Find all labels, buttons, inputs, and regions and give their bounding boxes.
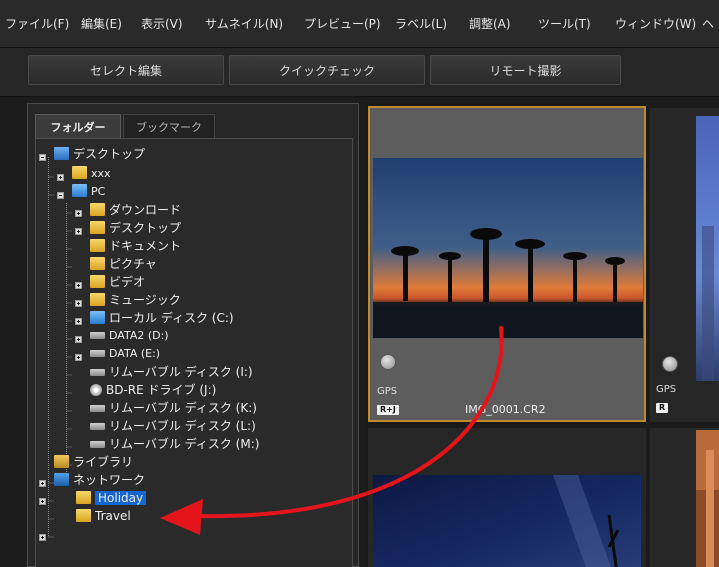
tab-folder[interactable]: フォルダー (35, 114, 121, 139)
expand-toggle[interactable] (39, 534, 46, 541)
tree-item-data-e[interactable]: DATA (E:) (90, 345, 160, 363)
download-folder-icon (90, 203, 105, 216)
desktop-folder-icon (90, 221, 105, 234)
tree-item-desktop[interactable]: デスクトップ (54, 145, 145, 163)
expand-toggle[interactable] (75, 228, 82, 235)
expand-toggle[interactable] (39, 480, 46, 487)
rating-dial-icon[interactable] (380, 354, 396, 370)
menu-adjust[interactable]: 調整(A) (469, 13, 511, 35)
tree-item-removable-m[interactable]: リムーバブル ディスク (M:) (90, 435, 259, 453)
thumbnail-2[interactable]: GPS R (650, 108, 719, 422)
thumbnail-img-0001[interactable]: GPS R+J IMG_0001.CR2 (368, 106, 646, 422)
quick-check-button[interactable]: クイックチェック (229, 55, 425, 85)
night-sky-photo (373, 475, 641, 567)
menu-edit[interactable]: 編集(E) (81, 13, 122, 35)
menu-bar: ファイル(F) 編集(E) 表示(V) サムネイル(N) プレビュー(P) ラベ… (0, 0, 719, 48)
tree-item-music[interactable]: ミュージック (90, 291, 181, 309)
selected-folder-label: Holiday (95, 491, 147, 505)
folder-icon (76, 491, 91, 504)
photo-4 (696, 430, 719, 567)
collapse-toggle[interactable] (39, 154, 46, 161)
toolbar: セレクト編集 クイックチェック リモート撮影 (0, 48, 719, 97)
tree-item-local-disk-c[interactable]: ローカル ディスク (C:) (90, 309, 234, 327)
thumbnail-grid: GPS R+J IMG_0001.CR2 GPS R (366, 103, 719, 567)
tree-item-downloads[interactable]: ダウンロード (90, 201, 181, 219)
removable-drive-icon (90, 441, 105, 448)
tree-item-removable-k[interactable]: リムーバブル ディスク (K:) (90, 399, 257, 417)
thumbnail-3[interactable] (368, 428, 646, 567)
tree-item-removable-i[interactable]: リムーバブル ディスク (I:) (90, 363, 253, 381)
removable-drive-icon (90, 423, 105, 430)
tree-item-network[interactable]: ネットワーク (54, 471, 145, 489)
network-icon (54, 473, 69, 486)
removable-drive-icon (90, 405, 105, 412)
folder-tree: デスクトップ xxx PC ダウンロード デスクトップ ドキュメント ピクチャ … (35, 138, 353, 567)
expand-toggle[interactable] (75, 336, 82, 343)
music-folder-icon (90, 293, 105, 306)
tree-item-data2-d[interactable]: DATA2 (D:) (90, 327, 169, 345)
pc-icon (72, 184, 87, 197)
tree-item-pc[interactable]: PC (72, 183, 105, 201)
photo-2 (696, 116, 719, 381)
folder-icon (76, 509, 91, 522)
menu-window[interactable]: ウィンドウ(W) (615, 13, 696, 35)
tree-item-holiday[interactable]: Holiday (76, 489, 147, 507)
system-drive-icon (90, 311, 105, 324)
tree-item-pictures[interactable]: ピクチャ (90, 255, 157, 273)
tree-item-travel[interactable]: Travel (76, 507, 131, 525)
thumbnail-4[interactable] (650, 428, 719, 567)
tab-bookmark[interactable]: ブックマーク (123, 114, 215, 139)
pictures-folder-icon (90, 257, 105, 270)
library-icon (54, 455, 69, 468)
menu-view[interactable]: 表示(V) (141, 13, 183, 35)
tree-item-videos[interactable]: ビデオ (90, 273, 145, 291)
drive-icon (90, 350, 105, 357)
rating-dial-icon[interactable] (662, 356, 678, 372)
remote-shooting-button[interactable]: リモート撮影 (430, 55, 621, 85)
gps-label: GPS (656, 384, 677, 395)
thumbnail-filename: IMG_0001.CR2 (465, 403, 546, 416)
tree-item-documents[interactable]: ドキュメント (90, 237, 181, 255)
disc-drive-icon (90, 384, 102, 396)
raw-badge: R (656, 403, 669, 413)
tree-item-xxx[interactable]: xxx (72, 165, 111, 183)
menu-file[interactable]: ファイル(F) (5, 13, 69, 35)
collapse-toggle[interactable] (57, 192, 64, 199)
expand-toggle[interactable] (57, 174, 64, 181)
tree-item-removable-l[interactable]: リムーバブル ディスク (L:) (90, 417, 256, 435)
user-folder-icon (72, 166, 87, 179)
expand-toggle[interactable] (75, 354, 82, 361)
tree-item-library[interactable]: ライブラリ (54, 453, 133, 471)
tree-item-bdre-j[interactable]: BD-RE ドライブ (J:) (90, 381, 216, 399)
drive-icon (90, 332, 105, 339)
menu-label[interactable]: ラベル(L) (395, 13, 447, 35)
gps-label: GPS (377, 386, 398, 397)
menu-thumbnail[interactable]: サムネイル(N) (205, 13, 283, 35)
menu-preview[interactable]: プレビュー(P) (304, 13, 381, 35)
expand-toggle[interactable] (75, 318, 82, 325)
expand-toggle[interactable] (75, 282, 82, 289)
menu-help[interactable]: ヘ (702, 13, 714, 35)
removable-drive-icon (90, 369, 105, 376)
expand-toggle[interactable] (75, 300, 82, 307)
expand-toggle[interactable] (75, 210, 82, 217)
expand-toggle[interactable] (39, 498, 46, 505)
app-window: ファイル(F) 編集(E) 表示(V) サムネイル(N) プレビュー(P) ラベ… (0, 0, 719, 567)
menu-tools[interactable]: ツール(T) (538, 13, 591, 35)
video-folder-icon (90, 275, 105, 288)
sunset-photo (373, 158, 643, 338)
raw-jpeg-badge: R+J (377, 405, 399, 415)
desktop-icon (54, 147, 69, 160)
tree-item-desktop-folder[interactable]: デスクトップ (90, 219, 181, 237)
select-edit-button[interactable]: セレクト編集 (28, 55, 224, 85)
documents-folder-icon (90, 239, 105, 252)
folder-panel: フォルダー ブックマーク デスクトップ xxx PC ダウンロード デスクトップ… (27, 103, 359, 567)
